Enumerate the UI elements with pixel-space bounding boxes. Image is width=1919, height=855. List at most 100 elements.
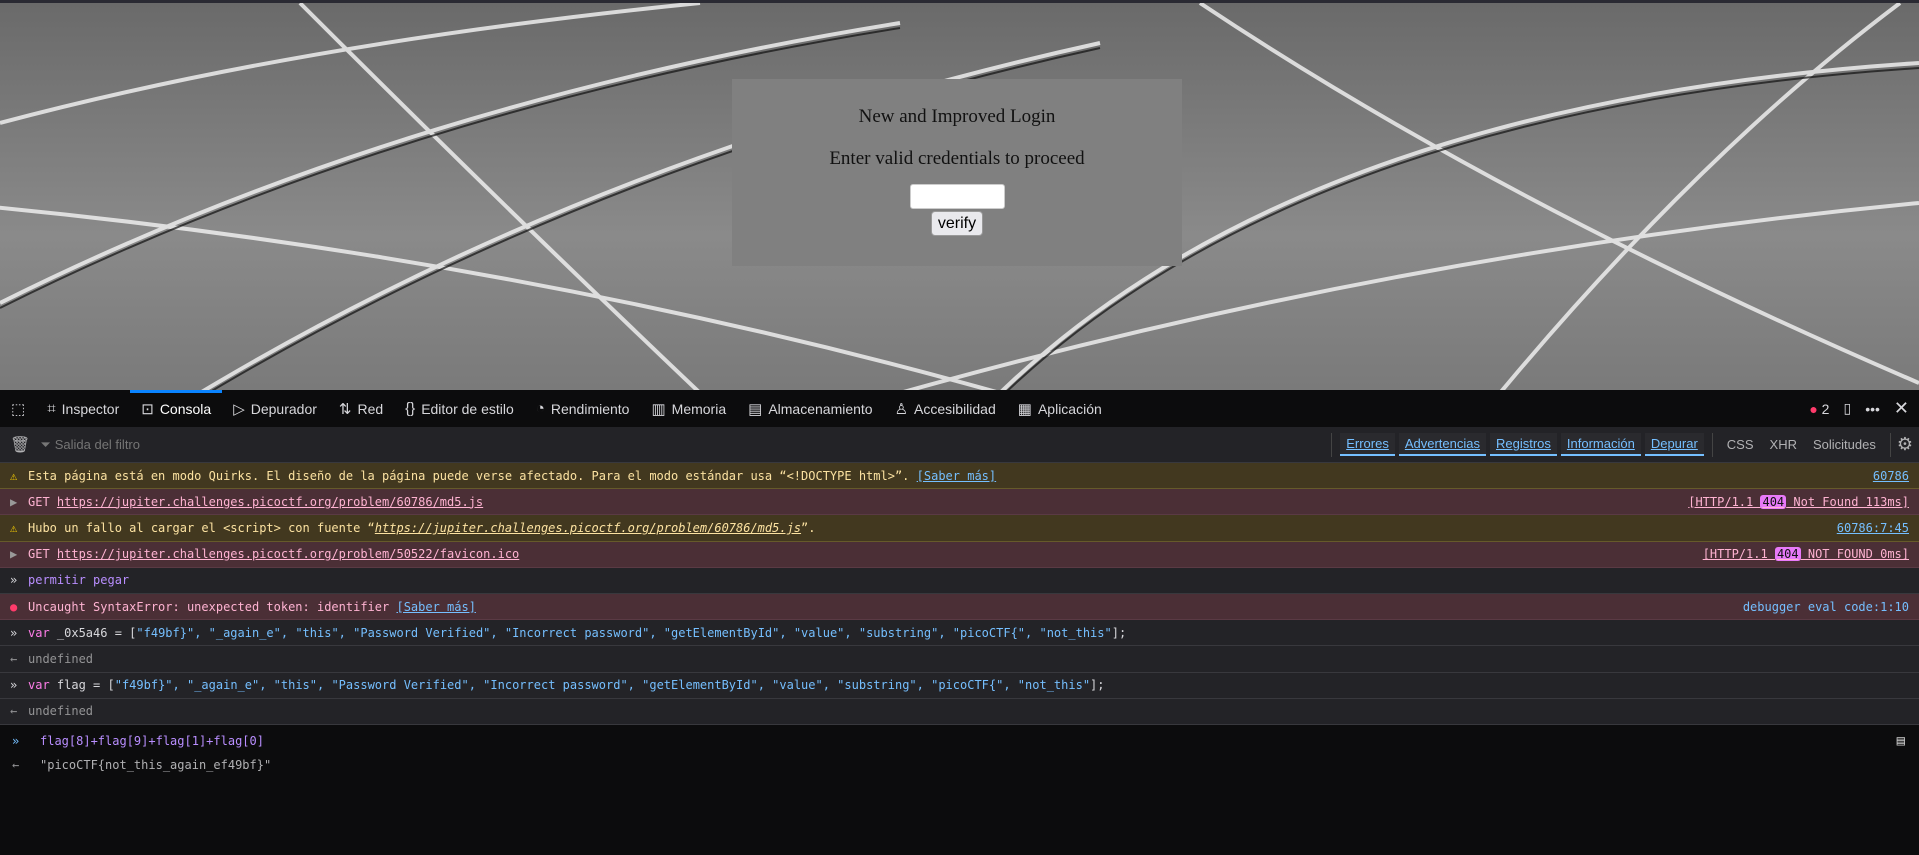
login-box: New and Improved Login Enter valid crede… xyxy=(732,79,1182,266)
log-row-warning: ⚠ Esta página está en modo Quirks. El dis… xyxy=(0,463,1919,490)
http-status: [HTTP/1.1 404 NOT FOUND 0ms] xyxy=(1702,547,1909,562)
memory-icon: ▥ xyxy=(651,400,666,418)
prompt-icon: » xyxy=(10,625,18,640)
log-text: permitir pegar xyxy=(28,573,130,588)
warning-icon: ⚠ xyxy=(10,468,18,483)
tab-console[interactable]: ⊡ Consola xyxy=(130,390,223,427)
log-row-input: » permitir pegar xyxy=(0,567,1919,594)
trash-icon[interactable]: 🗑 xyxy=(0,435,40,455)
filter-input[interactable] xyxy=(54,437,1055,452)
console-input-text[interactable]: flag[8]+flag[9]+flag[1]+flag[0] xyxy=(40,734,264,748)
tab-label: Memoria xyxy=(671,400,727,417)
filter-icon: ⏷ xyxy=(40,436,51,452)
editor-mode-icon[interactable]: ▤ xyxy=(1897,733,1905,749)
debugger-icon: ▷ xyxy=(233,400,245,418)
tab-label: Red xyxy=(357,400,384,417)
application-icon: ▦ xyxy=(1017,400,1032,418)
log-row-network[interactable]: ▶ GET https://jupiter.challenges.picoctf.… xyxy=(0,541,1919,568)
performance-icon: ◔ xyxy=(535,400,545,417)
expand-triangle-icon[interactable]: ▶ xyxy=(10,547,28,561)
error-count: 2 xyxy=(1821,400,1830,417)
password-input[interactable] xyxy=(909,184,1005,209)
error-icon: ● xyxy=(10,599,18,614)
tab-inspector[interactable]: ⌗ Inspector xyxy=(36,390,130,427)
storage-icon: ▤ xyxy=(748,400,763,418)
source-link[interactable]: 60786:7:45 xyxy=(1837,521,1909,535)
tab-debugger[interactable]: ▷ Depurador xyxy=(222,390,328,427)
log-text: Esta página está en modo Quirks. El dise… xyxy=(28,468,917,483)
log-row-error: ● Uncaught SyntaxError: unexpected token:… xyxy=(0,593,1919,621)
eager-eval-result: "picoCTF{not_this_again_ef49bf}" xyxy=(40,758,272,772)
tab-label: Aplicación xyxy=(1037,400,1102,417)
script-url-link[interactable]: https://jupiter.challenges.picoctf.org/p… xyxy=(375,521,801,535)
warning-icon: ⚠ xyxy=(10,520,18,535)
tab-label: Almacenamiento xyxy=(768,400,873,417)
result-arrow-icon: ← xyxy=(12,758,20,772)
filter-debug[interactable]: Depurar xyxy=(1644,433,1704,456)
network-icon: ⇅ xyxy=(338,400,352,418)
log-text: Uncaught SyntaxError: unexpected token: … xyxy=(28,599,397,614)
error-count-badge[interactable]: ● 2 xyxy=(1809,401,1829,417)
more-options-icon[interactable]: ••• xyxy=(1865,401,1880,417)
http-status: [HTTP/1.1 404 Not Found 113ms] xyxy=(1688,494,1909,509)
web-page: New and Improved Login Enter valid crede… xyxy=(0,0,1919,390)
log-row-result: ← undefined xyxy=(0,646,1919,673)
log-text: ”. xyxy=(801,520,816,535)
request-url-link[interactable]: https://jupiter.challenges.picoctf.org/p… xyxy=(57,547,519,561)
tab-storage[interactable]: ▤ Almacenamiento xyxy=(737,390,883,427)
result-arrow-icon: ← xyxy=(10,704,18,719)
learn-more-link[interactable]: [Saber más] xyxy=(396,600,475,614)
log-row-network[interactable]: ▶ GET https://jupiter.challenges.picoctf.… xyxy=(0,489,1919,516)
prompt-icon: » xyxy=(10,678,18,693)
source-link[interactable]: 60786 xyxy=(1873,469,1909,483)
prompt-icon: » xyxy=(10,573,18,588)
console-output: ⚠ Esta página está en modo Quirks. El dis… xyxy=(0,463,1919,725)
filter-warnings[interactable]: Advertencias xyxy=(1398,433,1486,456)
filter-logs[interactable]: Registros xyxy=(1489,433,1557,456)
log-row-input: » var _0x5a46 = ["f49bf}", "_again_e", "t… xyxy=(0,620,1919,647)
filter-errors[interactable]: Errores xyxy=(1340,433,1395,456)
settings-gear-icon[interactable]: ⚙ xyxy=(1897,434,1919,455)
tab-style-editor[interactable]: {} Editor de estilo xyxy=(394,390,525,427)
console-icon: ⊡ xyxy=(141,400,154,418)
prompt-icon: » xyxy=(12,734,20,748)
log-row-input: » var flag = ["f49bf}", "_again_e", "this… xyxy=(0,672,1919,699)
filter-requests[interactable]: Solicitudes xyxy=(1805,437,1884,452)
tab-accessibility[interactable]: ♙ Accesibilidad xyxy=(884,390,1007,427)
error-icon: ● xyxy=(1809,400,1818,417)
tab-network[interactable]: ⇅ Red xyxy=(328,390,394,427)
result-arrow-icon: ← xyxy=(10,651,18,666)
close-icon[interactable]: ✕ xyxy=(1894,398,1909,419)
element-picker-icon: ⬚ xyxy=(11,400,26,418)
tab-performance[interactable]: ◔ Rendimiento xyxy=(525,390,641,427)
element-picker-button[interactable]: ⬚ xyxy=(0,390,36,427)
log-text: GET xyxy=(28,494,57,509)
filter-info[interactable]: Información xyxy=(1560,433,1641,456)
tab-label: Accesibilidad xyxy=(914,400,996,417)
console-filter-bar: 🗑 ⏷ Errores Advertencias Registros Infor… xyxy=(0,427,1919,463)
login-title: New and Improved Login xyxy=(858,106,1056,127)
filter-xhr[interactable]: XHR xyxy=(1762,437,1805,452)
tab-label: Inspector xyxy=(61,400,120,417)
tab-label: Consola xyxy=(159,400,212,417)
learn-more-link[interactable]: [Saber más] xyxy=(917,469,996,483)
inspector-icon: ⌗ xyxy=(47,400,56,417)
log-row-result: ← undefined xyxy=(0,698,1919,725)
devtools-tabbar: ⬚ ⌗ Inspector ⊡ Consola ▷ Depurador ⇅ Red {}… xyxy=(0,390,1919,427)
source-link[interactable]: debugger eval code:1:10 xyxy=(1743,600,1909,614)
tab-memory[interactable]: ▥ Memoria xyxy=(640,390,737,427)
verify-button[interactable]: verify xyxy=(931,211,983,236)
login-subtitle: Enter valid credentials to proceed xyxy=(829,148,1085,169)
log-text: GET xyxy=(28,547,57,562)
accessibility-icon: ♙ xyxy=(894,400,909,418)
responsive-mode-icon[interactable]: ▯ xyxy=(1843,400,1851,417)
console-input[interactable]: » flag[8]+flag[9]+flag[1]+flag[0] ← "pic… xyxy=(0,725,1919,855)
tab-application[interactable]: ▦ Aplicación xyxy=(1007,390,1113,427)
tab-label: Editor de estilo xyxy=(421,400,514,417)
expand-triangle-icon[interactable]: ▶ xyxy=(10,495,28,509)
filter-css[interactable]: CSS xyxy=(1719,437,1762,452)
log-text: Hubo un fallo al cargar el <script> con … xyxy=(28,520,375,535)
request-url-link[interactable]: https://jupiter.challenges.picoctf.org/p… xyxy=(57,495,483,509)
log-row-warning: ⚠ Hubo un fallo al cargar el <script> con… xyxy=(0,515,1919,542)
tab-label: Rendimiento xyxy=(550,400,630,417)
